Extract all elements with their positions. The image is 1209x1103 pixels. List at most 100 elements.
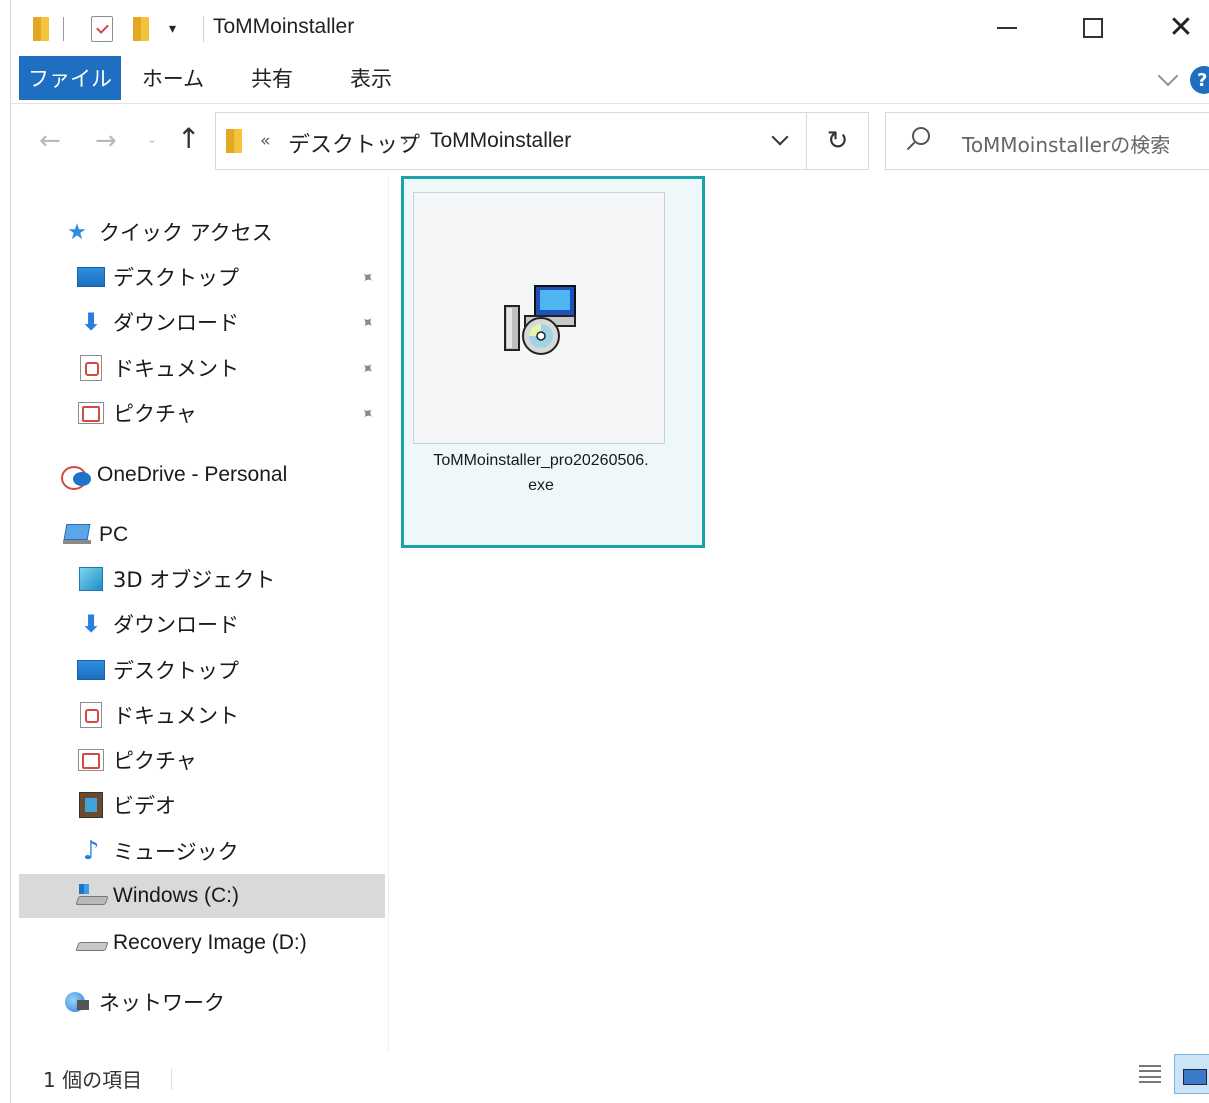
search-box[interactable]: ToMMoinstallerの検索 [885,112,1209,170]
sidebar-item-label: Recovery Image (D:) [113,931,307,954]
large-icons-view-icon[interactable] [1174,1054,1209,1094]
pin-icon[interactable]: ✦ [356,357,378,380]
desktop-icon [77,656,105,684]
videos-icon [77,791,105,819]
item-count: 1 個の項目 [43,1068,143,1092]
sidebar-item-label: デスクトップ [113,659,239,683]
qa-separator [63,14,64,44]
sidebar-item-pc-desktop[interactable]: デスクトップ [77,650,239,690]
sidebar-item-label: デスクトップ [113,266,239,290]
sidebar-quick-access[interactable]: ★ クイック アクセス [63,212,273,252]
sidebar-item-3d-objects[interactable]: 3D オブジェクト [77,559,275,599]
pin-icon[interactable]: ✦ [356,266,378,289]
sidebar-network[interactable]: ネットワーク [63,982,225,1022]
status-bar: 1 個の項目 [11,1052,1209,1103]
forward-arrow-icon[interactable]: → [95,126,117,156]
sidebar-item-music[interactable]: ♪ ミュージック [77,831,239,871]
ribbon-tabs: ファイル ホーム 共有 表示 ? [11,54,1209,104]
refresh-button[interactable]: ↻ [807,112,869,170]
sidebar-item-label: ピクチャ [113,402,197,426]
maximize-button[interactable] [1063,4,1123,52]
close-icon: ✕ [1168,10,1194,45]
address-folder-icon [226,129,242,153]
address-bar[interactable]: « デスクトップ › ToMMoinstaller [215,112,807,170]
pin-icon[interactable]: ✦ [356,311,378,334]
sidebar-item-downloads[interactable]: ⬇ ダウンロード [77,302,239,342]
help-icon[interactable]: ? [1190,66,1209,94]
address-dropdown-chevron-icon[interactable] [771,128,789,146]
qa-customize-dropdown[interactable]: ▾ [169,14,176,44]
address-overflow-icon[interactable]: « [260,131,270,151]
tab-view[interactable]: 表示 [331,56,411,100]
maximize-icon [1083,18,1103,38]
navigation-pane: ★ クイック アクセス デスクトップ ✦ ⬇ ダウンロード ✦ ドキュメント ✦… [11,176,389,1052]
sidebar-onedrive[interactable]: OneDrive - Personal [61,455,287,495]
drive-d-icon [77,929,105,957]
qa-folder-icon[interactable] [33,14,49,44]
breadcrumb-current-folder[interactable]: ToMMoinstaller [430,129,571,153]
onedrive-icon [61,461,91,490]
status-separator [171,1068,172,1090]
3d-objects-icon [77,565,105,593]
breadcrumb-desktop[interactable]: デスクトップ [288,127,420,159]
drive-c-icon [77,882,105,910]
file-name-line2: exe [528,477,554,494]
pictures-icon [77,746,105,774]
up-arrow-icon[interactable]: ↑ [177,122,200,155]
sidebar-item-label: ピクチャ [113,749,197,773]
sidebar-item-label: PC [99,523,129,546]
pc-icon [63,521,91,549]
download-icon: ⬇ [80,610,102,638]
installer-icon[interactable] [503,282,579,358]
sidebar-item-label: 3D オブジェクト [113,568,276,592]
sidebar-item-pc-documents[interactable]: ドキュメント [77,695,239,735]
details-view-icon[interactable] [1136,1060,1164,1088]
tab-share[interactable]: 共有 [237,56,307,100]
file-name-line1: ToMMoinstaller_pro20260506. [433,452,649,469]
sidebar-item-videos[interactable]: ビデオ [77,785,176,825]
desktop-icon [77,263,105,291]
minimize-button[interactable] [977,4,1037,52]
sidebar-item-pc-pictures[interactable]: ピクチャ [77,740,197,780]
sidebar-item-label: ドキュメント [113,357,239,381]
navigation-bar: ← → ⌄ ↑ « デスクトップ › ToMMoinstaller ↻ ToMM… [11,104,1209,176]
documents-icon [77,354,105,382]
file-name[interactable]: ToMMoinstaller_pro20260506. exe [413,448,669,498]
sidebar-item-drive-c[interactable]: Windows (C:) [19,874,385,918]
window-title: ToMMoinstaller [213,15,355,38]
sidebar-pc[interactable]: PC [63,515,128,555]
title-bar: ▾ ToMMoinstaller ✕ [11,0,1209,54]
sidebar-item-desktop[interactable]: デスクトップ [77,257,239,297]
sidebar-item-label: ミュージック [113,840,239,864]
sidebar-item-pictures[interactable]: ピクチャ [77,393,197,433]
close-button[interactable]: ✕ [1151,4,1209,52]
tab-file[interactable]: ファイル [19,56,121,100]
star-icon: ★ [67,219,87,245]
sidebar-item-drive-d[interactable]: Recovery Image (D:) [77,923,307,963]
qa-properties-icon[interactable] [91,14,113,44]
sidebar-item-pc-downloads[interactable]: ⬇ ダウンロード [77,604,239,644]
music-icon: ♪ [82,836,100,866]
back-arrow-icon[interactable]: ← [39,126,61,156]
sidebar-item-documents[interactable]: ドキュメント [77,348,239,388]
sidebar-item-label: ダウンロード [113,613,239,637]
sidebar-item-label: OneDrive - Personal [97,463,288,486]
network-icon [63,988,91,1016]
recent-locations-chevron-icon[interactable]: ⌄ [147,132,157,146]
tab-home[interactable]: ホーム [133,56,213,100]
sidebar-item-label: クイック アクセス [99,221,273,245]
sidebar-item-label: Windows (C:) [113,884,240,907]
qa-new-folder-icon[interactable] [133,14,149,44]
sidebar-item-label: ドキュメント [113,704,239,728]
search-icon [912,127,930,145]
ribbon-expand-chevron-icon[interactable] [1157,65,1179,87]
breadcrumb-separator-icon[interactable]: › [402,131,409,151]
download-icon: ⬇ [80,308,102,336]
sidebar-item-label: ビデオ [113,794,176,818]
explorer-window: ▾ ToMMoinstaller ✕ ファイル ホーム 共有 表示 ? ← → … [10,0,1209,1103]
sidebar-item-label: ネットワーク [99,991,225,1015]
search-placeholder[interactable]: ToMMoinstallerの検索 [962,129,1170,158]
pin-icon[interactable]: ✦ [356,402,378,425]
minimize-icon [997,27,1017,29]
pictures-icon [77,399,105,427]
